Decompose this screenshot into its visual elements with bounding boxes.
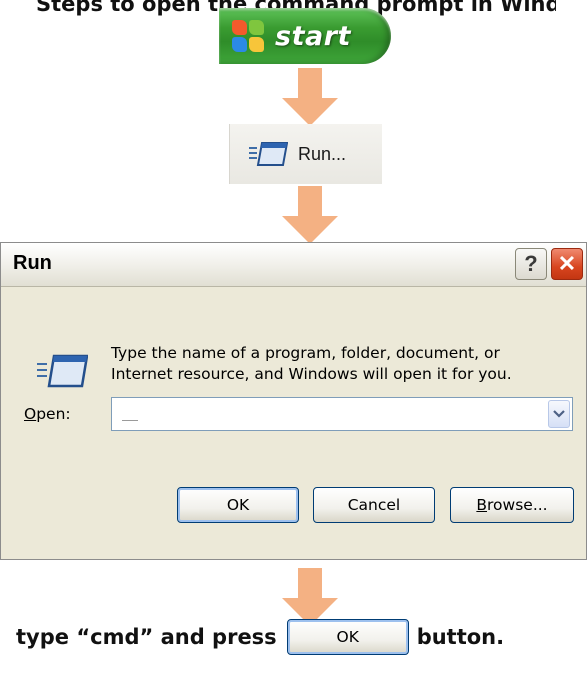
down-arrow-icon [282,68,338,126]
run-menu-item[interactable]: Run... [229,124,382,184]
instruction-text: type “cmd” and press OK button. [16,612,587,662]
dialog-title: Run [13,252,52,274]
run-menu-item-label: Run... [298,143,347,164]
run-icon [249,142,288,166]
chevron-down-icon [553,410,565,418]
browse-accesskey: B [476,496,488,514]
start-button-label: start [275,20,351,52]
dropdown-button[interactable] [548,400,570,428]
browse-button[interactable]: Browse... [450,487,574,523]
description-line-2: Internet resource, and Windows will open… [111,365,512,383]
dialog-description: Type the name of a program, folder, docu… [111,343,571,385]
dialog-titlebar[interactable]: Run ? ✕ [1,243,586,287]
description-line-1: Type the name of a program, folder, docu… [111,344,500,362]
start-button[interactable]: start [219,8,391,64]
windows-flag-icon [231,19,265,53]
open-combobox[interactable] [111,397,573,431]
browse-label-rest: rowse... [487,496,548,514]
open-label: Open: [24,405,71,423]
open-label-rest: pen: [36,405,71,423]
run-icon [37,354,88,388]
run-dialog: Run ? ✕ Type the name of a program, fold… [0,242,587,560]
text-cursor [122,420,138,421]
down-arrow-icon [282,186,338,244]
cancel-button[interactable]: Cancel [313,487,435,523]
help-button[interactable]: ? [515,248,547,280]
instruction-before: type “cmd” and press [16,625,277,649]
open-label-accesskey: O [24,405,37,423]
close-button[interactable]: ✕ [551,248,583,280]
open-input[interactable] [112,398,542,430]
instruction-ok-button: OK [286,619,409,655]
instruction-after: button. [416,625,505,649]
ok-button[interactable]: OK [177,487,299,523]
